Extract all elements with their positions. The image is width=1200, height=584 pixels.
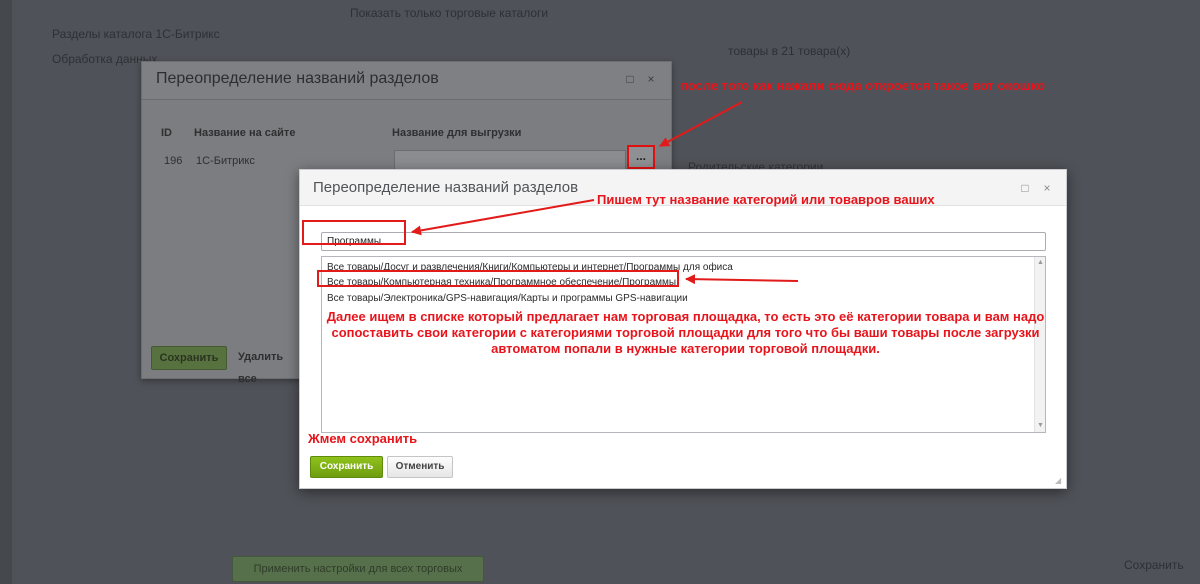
category-search-input[interactable]: [321, 232, 1046, 251]
close-icon: ×: [647, 72, 655, 86]
save-button[interactable]: Сохранить: [310, 456, 383, 478]
col-export-name-header: Название для выгрузки: [392, 127, 522, 139]
annotation-write-here: Пишем тут название категорий или товавро…: [597, 192, 935, 207]
annotation-press-save: Жмем сохранить: [308, 431, 418, 446]
apply-settings-button: Применить настройки для всех торговых ка…: [232, 556, 484, 582]
ellipsis-button: ...: [627, 145, 655, 169]
bg-section-label: Разделы каталога 1С-Битрикс: [52, 27, 220, 41]
scroll-down-icon[interactable]: ▼: [1037, 422, 1044, 430]
back-delete-all-button: Удалить все: [238, 351, 284, 385]
back-dialog-title-bar: Переопределение названий разделов □ ×: [142, 62, 671, 100]
back-dialog-title: Переопределение названий разделов: [156, 70, 439, 87]
col-id-header: ID: [161, 127, 172, 139]
list-item[interactable]: Все товары/Электроника/GPS-навигация/Кар…: [327, 293, 688, 304]
row-site-name: 1С-Битрикс: [196, 155, 255, 167]
resize-handle-icon[interactable]: ◢: [1055, 477, 1063, 485]
close-icon[interactable]: ×: [1040, 181, 1054, 195]
annotation-window-opens: после того как нажали сюда откроется так…: [680, 78, 1045, 93]
col-site-name-header: Название на сайте: [194, 127, 296, 139]
maximize-icon[interactable]: □: [1018, 181, 1032, 195]
left-rail: [0, 0, 12, 584]
bg-save-link: Сохранить: [1124, 558, 1184, 572]
back-save-button: Сохранить: [151, 346, 227, 370]
row-id: 196: [164, 155, 183, 167]
search-highlight-box: [302, 220, 406, 245]
scroll-up-icon[interactable]: ▲: [1037, 259, 1044, 267]
maximize-icon: □: [626, 72, 634, 86]
result-highlight-box: [317, 270, 679, 287]
front-dialog-title: Переопределение названий разделов: [313, 179, 579, 196]
bg-checkbox-label: Показать только торговые каталоги: [350, 6, 549, 20]
cancel-button[interactable]: Отменить: [387, 456, 453, 478]
annotation-list-explanation: Далее ищем в списке который предлагает н…: [326, 309, 1045, 356]
bg-items-count: товары в 21 товара(х): [728, 44, 851, 58]
